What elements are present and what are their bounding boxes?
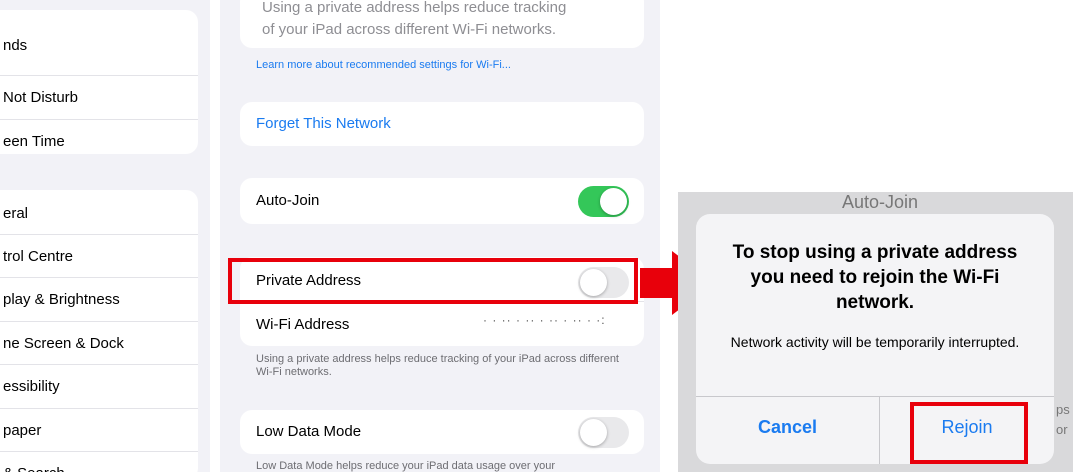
low-data-mode-toggle[interactable] [578,417,629,448]
rejoin-alert-screenshot: Auto-Join ps or To stop using a private … [678,192,1073,472]
sidebar-item-accessibility[interactable]: essibility [0,365,198,408]
forget-network-button[interactable]: Forget This Network [256,115,391,132]
low-data-mode-note: Low Data Mode helps reduce your iPad dat… [256,460,556,472]
private-address-highlight [228,258,638,304]
forget-network-card: Forget This Network [240,102,644,146]
sidebar-item-home-screen-dock[interactable]: ne Screen & Dock [0,322,198,365]
sidebar-item-siri-search[interactable]: & Search [0,452,198,472]
sidebar-group-1: nds Not Disturb een Time [0,10,198,154]
rejoin-highlight [910,402,1028,464]
sidebar-item-general[interactable]: eral [0,192,198,235]
sidebar-item-label: trol Centre [3,248,74,265]
wifi-detail-panel: Using a private address helps reduce tra… [220,0,660,472]
sidebar-item-label: een Time [3,133,65,150]
low-data-mode-card: Low Data Mode [240,410,644,454]
sidebar-item-label: & Search [3,452,65,472]
sidebar-item-label: play & Brightness [3,291,120,308]
background-fragment-2: or [1056,422,1068,437]
cancel-button[interactable]: Cancel [696,397,879,464]
sidebar-group-2: eral trol Centre play & Brightness ne Sc… [0,190,198,472]
settings-sidebar: nds Not Disturb een Time eral trol Centr… [0,0,210,472]
private-address-note: Using a private address helps reduce tra… [256,353,619,378]
private-address-info-card: Using a private address helps reduce tra… [240,0,644,48]
alert-message: Network activity will be temporarily int… [730,334,1020,350]
sidebar-item-screen-time[interactable]: een Time [0,120,198,154]
sidebar-item-label: paper [3,422,42,439]
sidebar-item-label: nds [3,37,28,54]
auto-join-card: Auto-Join [240,178,644,224]
sidebar-item-sounds[interactable]: nds [0,24,198,67]
sidebar-item-label: Not Disturb [3,89,79,106]
sidebar-item-control-centre[interactable]: trol Centre [0,235,198,278]
auto-join-toggle[interactable] [578,186,629,217]
sidebar-item-label: ne Screen & Dock [3,335,124,352]
auto-join-label: Auto-Join [256,192,320,209]
sidebar-item-display-brightness[interactable]: play & Brightness [0,278,198,321]
sidebar-item-label: eral [3,205,29,222]
sidebar-item-do-not-disturb[interactable]: Not Disturb [0,76,198,119]
background-auto-join-text: Auto-Join [842,192,919,212]
alert-title: To stop using a private address you need… [732,242,1018,313]
top-note-line-1: Using a private address helps reduce tra… [262,0,567,16]
learn-more-link[interactable]: Learn more about recommended settings fo… [256,59,511,71]
wifi-address-label: Wi-Fi Address [256,316,350,333]
wifi-address-value: · · ·· · ·· · ·· · ·· · ·: [483,313,606,327]
sidebar-item-label: essibility [3,378,60,395]
low-data-mode-label: Low Data Mode [256,423,362,440]
background-fragment-1: ps [1056,402,1070,417]
top-note-line-2: of your iPad across different Wi-Fi netw… [262,21,556,38]
sidebar-item-wallpaper[interactable]: paper [0,409,198,452]
